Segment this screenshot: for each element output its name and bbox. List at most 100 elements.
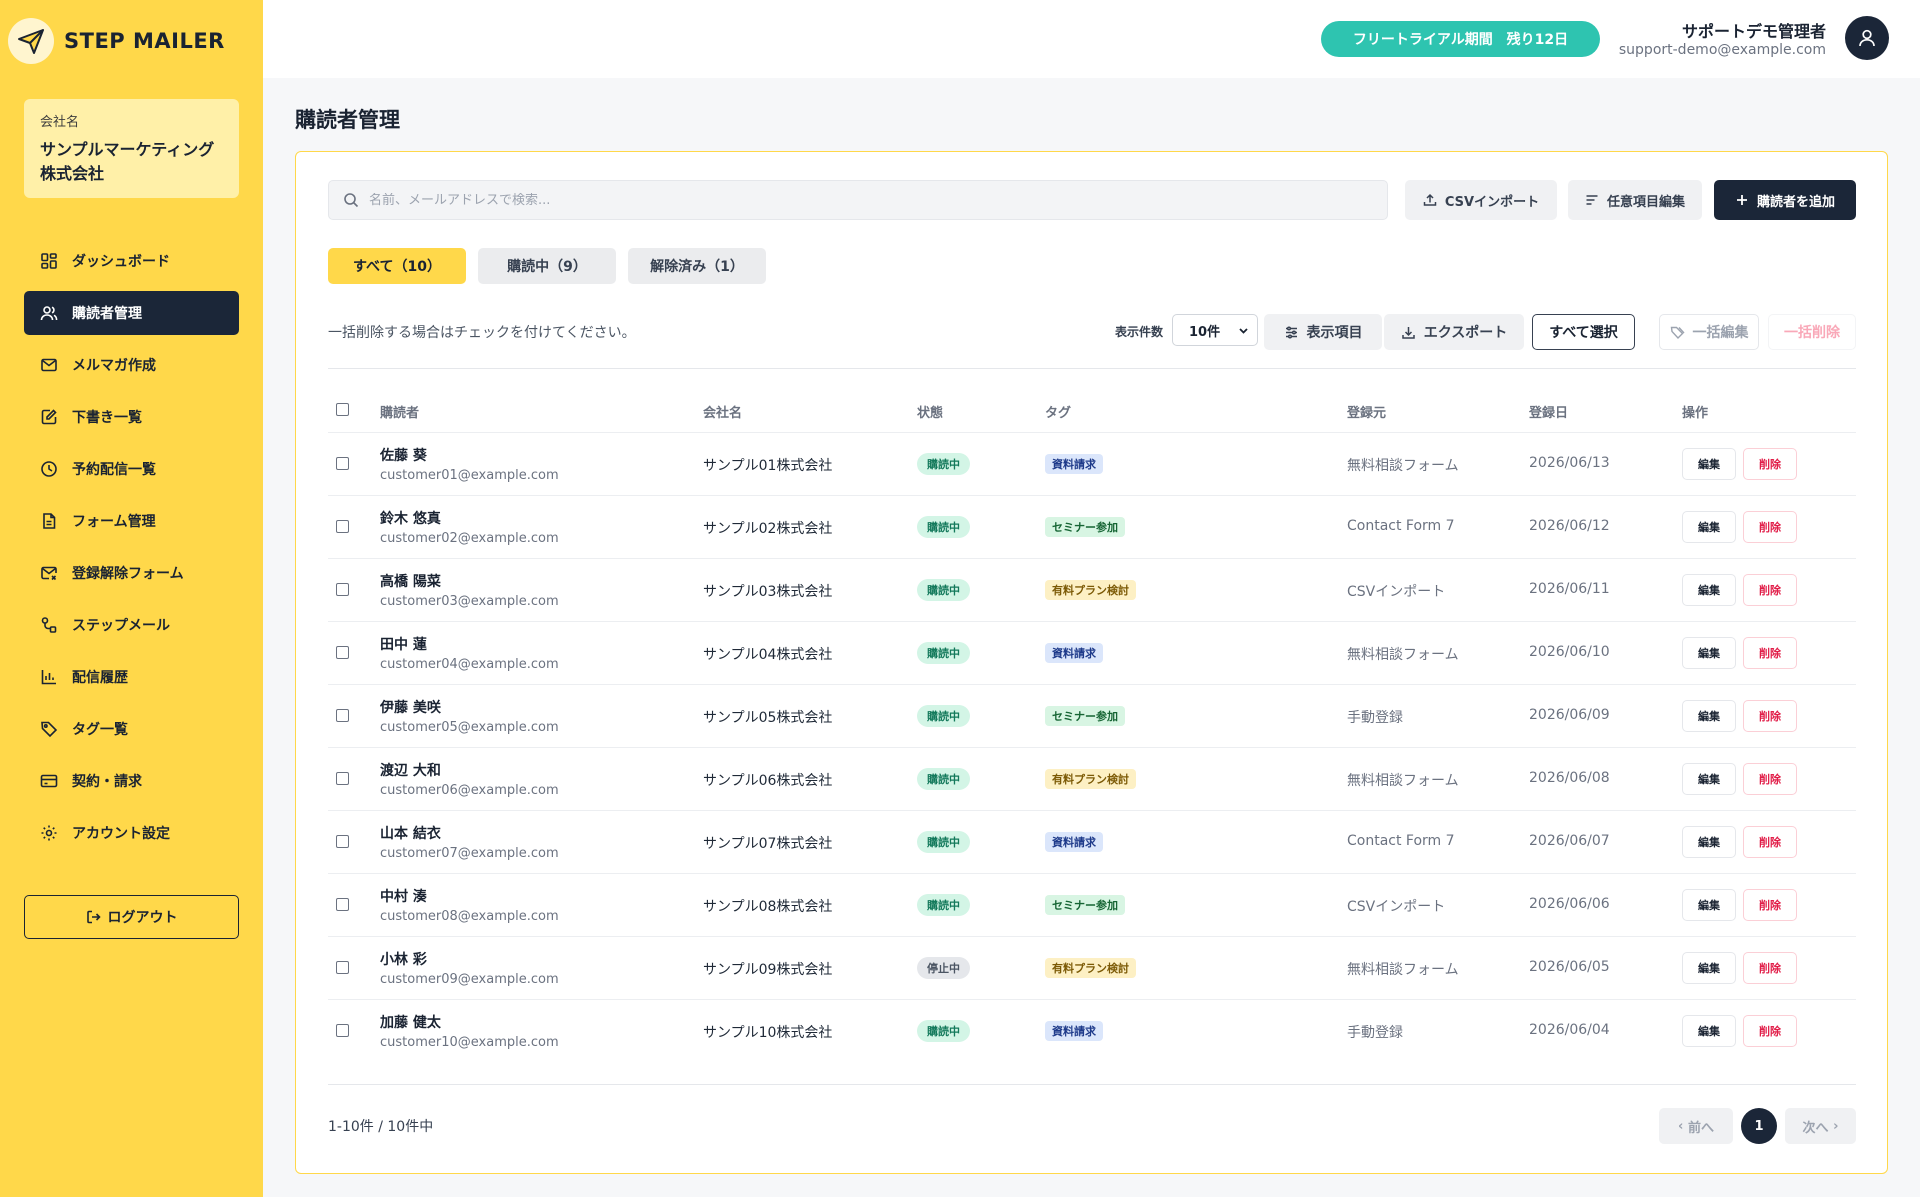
sidebar-item-drafts[interactable]: 下書き一覧 — [24, 395, 239, 439]
trial-badge[interactable]: フリートライアル期間 残り12日 — [1321, 21, 1600, 57]
tag-badge: セミナー参加 — [1045, 895, 1125, 915]
subscriber-email: customer09@example.com — [380, 972, 559, 987]
delete-button[interactable]: 削除 — [1743, 637, 1797, 669]
delete-button[interactable]: 削除 — [1743, 1015, 1797, 1047]
sidebar-item-account-settings[interactable]: アカウント設定 — [24, 811, 239, 855]
column-header-date[interactable]: 登録日 — [1529, 402, 1568, 421]
export-button[interactable]: エクスポート — [1384, 314, 1524, 350]
sidebar-item-label: 登録解除フォーム — [72, 566, 184, 582]
sidebar-item-history[interactable]: 配信履歴 — [24, 655, 239, 699]
edit-button[interactable]: 編集 — [1682, 574, 1736, 606]
table-row[interactable]: 鈴木 悠真 customer02@example.com サンプル02株式会社 … — [328, 495, 1856, 558]
custom-fields-button[interactable]: 任意項目編集 — [1568, 180, 1702, 220]
delete-button[interactable]: 削除 — [1743, 826, 1797, 858]
column-header-subscriber[interactable]: 購読者 — [380, 402, 419, 421]
delete-button[interactable]: 削除 — [1743, 574, 1797, 606]
column-header-actions: 操作 — [1682, 406, 1709, 421]
select-all-checkbox[interactable] — [336, 403, 349, 416]
subscriber-name[interactable]: 中村 湊 — [380, 886, 427, 906]
subscriber-name[interactable]: 鈴木 悠真 — [380, 508, 441, 528]
delete-button[interactable]: 削除 — [1743, 700, 1797, 732]
subscriber-name[interactable]: 田中 蓮 — [380, 634, 427, 654]
next-page-button[interactable]: 次へ › — [1785, 1108, 1856, 1144]
delete-button[interactable]: 削除 — [1743, 448, 1797, 480]
edit-button[interactable]: 編集 — [1682, 763, 1736, 795]
subscriber-name[interactable]: 山本 結衣 — [380, 823, 441, 843]
subscriber-email: customer06@example.com — [380, 783, 559, 798]
tab-subscribed[interactable]: 購読中（9） — [478, 248, 616, 284]
tab-unsubscribed[interactable]: 解除済み（1） — [628, 248, 766, 284]
edit-button[interactable]: 編集 — [1682, 889, 1736, 921]
source-cell: CSVインポート — [1347, 584, 1446, 600]
avatar[interactable] — [1845, 16, 1889, 60]
edit-button[interactable]: 編集 — [1682, 637, 1736, 669]
table-row[interactable]: 小林 彩 customer09@example.com サンプル09株式会社 停… — [328, 936, 1856, 999]
delete-button[interactable]: 削除 — [1743, 952, 1797, 984]
table-row[interactable]: 田中 蓮 customer04@example.com サンプル04株式会社 購… — [328, 621, 1856, 684]
subscriber-name[interactable]: 加藤 健太 — [380, 1012, 441, 1032]
tag-badge: 資料請求 — [1045, 643, 1103, 663]
edit-button[interactable]: 編集 — [1682, 1015, 1736, 1047]
subscriber-name[interactable]: 高橋 陽菜 — [380, 571, 441, 591]
edit-button[interactable]: 編集 — [1682, 448, 1736, 480]
sidebar-item-unsubscribe-form[interactable]: 登録解除フォーム — [24, 551, 239, 595]
csv-import-button[interactable]: CSVインポート — [1405, 180, 1557, 220]
app-logo[interactable]: STEP MAILER — [8, 18, 225, 64]
table-row[interactable]: 中村 湊 customer08@example.com サンプル08株式会社 購… — [328, 873, 1856, 936]
sidebar-item-newsletter[interactable]: メルマガ作成 — [24, 343, 239, 387]
column-header-company[interactable]: 会社名 — [703, 402, 742, 421]
delete-button[interactable]: 削除 — [1743, 763, 1797, 795]
edit-button[interactable]: 編集 — [1682, 826, 1736, 858]
sidebar-item-subscribers[interactable]: 購読者管理 — [24, 291, 239, 335]
sidebar-item-scheduled[interactable]: 予約配信一覧 — [24, 447, 239, 491]
row-checkbox[interactable] — [336, 457, 349, 470]
search-bar[interactable] — [328, 180, 1388, 220]
per-page-select[interactable]: 10件 — [1172, 314, 1258, 346]
table-row[interactable]: 伊藤 美咲 customer05@example.com サンプル05株式会社 … — [328, 684, 1856, 747]
add-subscriber-button[interactable]: 購読者を追加 — [1714, 180, 1856, 220]
edit-button[interactable]: 編集 — [1682, 700, 1736, 732]
search-input[interactable] — [369, 192, 1269, 208]
bulk-edit-button[interactable]: 一括編集 — [1659, 314, 1759, 350]
row-checkbox[interactable] — [336, 646, 349, 659]
table-row[interactable]: 渡辺 大和 customer06@example.com サンプル06株式会社 … — [328, 747, 1856, 810]
delete-button[interactable]: 削除 — [1743, 889, 1797, 921]
prev-page-button[interactable]: ‹ 前へ — [1659, 1108, 1733, 1144]
bulk-delete-button[interactable]: 一括削除 — [1768, 314, 1856, 350]
row-checkbox[interactable] — [336, 520, 349, 533]
page-1-button[interactable]: 1 — [1741, 1108, 1777, 1144]
logout-button[interactable]: ログアウト — [24, 895, 239, 939]
table-row[interactable]: 山本 結衣 customer07@example.com サンプル07株式会社 … — [328, 810, 1856, 873]
subscriber-name[interactable]: 小林 彩 — [380, 949, 427, 969]
user-icon — [1859, 29, 1875, 47]
table-row[interactable]: 佐藤 葵 customer01@example.com サンプル01株式会社 購… — [328, 432, 1856, 495]
column-header-tags[interactable]: タグ — [1045, 402, 1071, 421]
sidebar-item-billing[interactable]: 契約・請求 — [24, 759, 239, 803]
edit-button[interactable]: 編集 — [1682, 511, 1736, 543]
table-row[interactable]: 高橋 陽菜 customer03@example.com サンプル03株式会社 … — [328, 558, 1856, 621]
select-all-button[interactable]: すべて選択 — [1532, 314, 1635, 350]
row-checkbox[interactable] — [336, 835, 349, 848]
sidebar-item-dashboard[interactable]: ダッシュボード — [24, 239, 239, 283]
subscriber-name[interactable]: 伊藤 美咲 — [380, 697, 441, 717]
display-columns-button[interactable]: 表示項目 — [1264, 314, 1382, 350]
row-checkbox[interactable] — [336, 898, 349, 911]
row-checkbox[interactable] — [336, 583, 349, 596]
subscriber-name[interactable]: 佐藤 葵 — [380, 445, 427, 465]
column-header-source[interactable]: 登録元 — [1347, 402, 1386, 421]
tab-all[interactable]: すべて（10） — [328, 248, 466, 284]
table-row[interactable]: 加藤 健太 customer10@example.com サンプル10株式会社 … — [328, 999, 1856, 1062]
bulk-delete-hint: 一括削除する場合はチェックを付けてください。 — [328, 325, 636, 341]
row-checkbox[interactable] — [336, 709, 349, 722]
sidebar-item-tags[interactable]: タグ一覧 — [24, 707, 239, 751]
row-checkbox[interactable] — [336, 772, 349, 785]
subscriber-name[interactable]: 渡辺 大和 — [380, 760, 441, 780]
delete-button[interactable]: 削除 — [1743, 511, 1797, 543]
sidebar-item-step-mail[interactable]: ステップメール — [24, 603, 239, 647]
column-header-status[interactable]: 状態 — [917, 402, 943, 421]
prev-page-label: 前へ — [1687, 1120, 1714, 1136]
edit-button[interactable]: 編集 — [1682, 952, 1736, 984]
sidebar-item-forms[interactable]: フォーム管理 — [24, 499, 239, 543]
row-checkbox[interactable] — [336, 961, 349, 974]
row-checkbox[interactable] — [336, 1024, 349, 1037]
